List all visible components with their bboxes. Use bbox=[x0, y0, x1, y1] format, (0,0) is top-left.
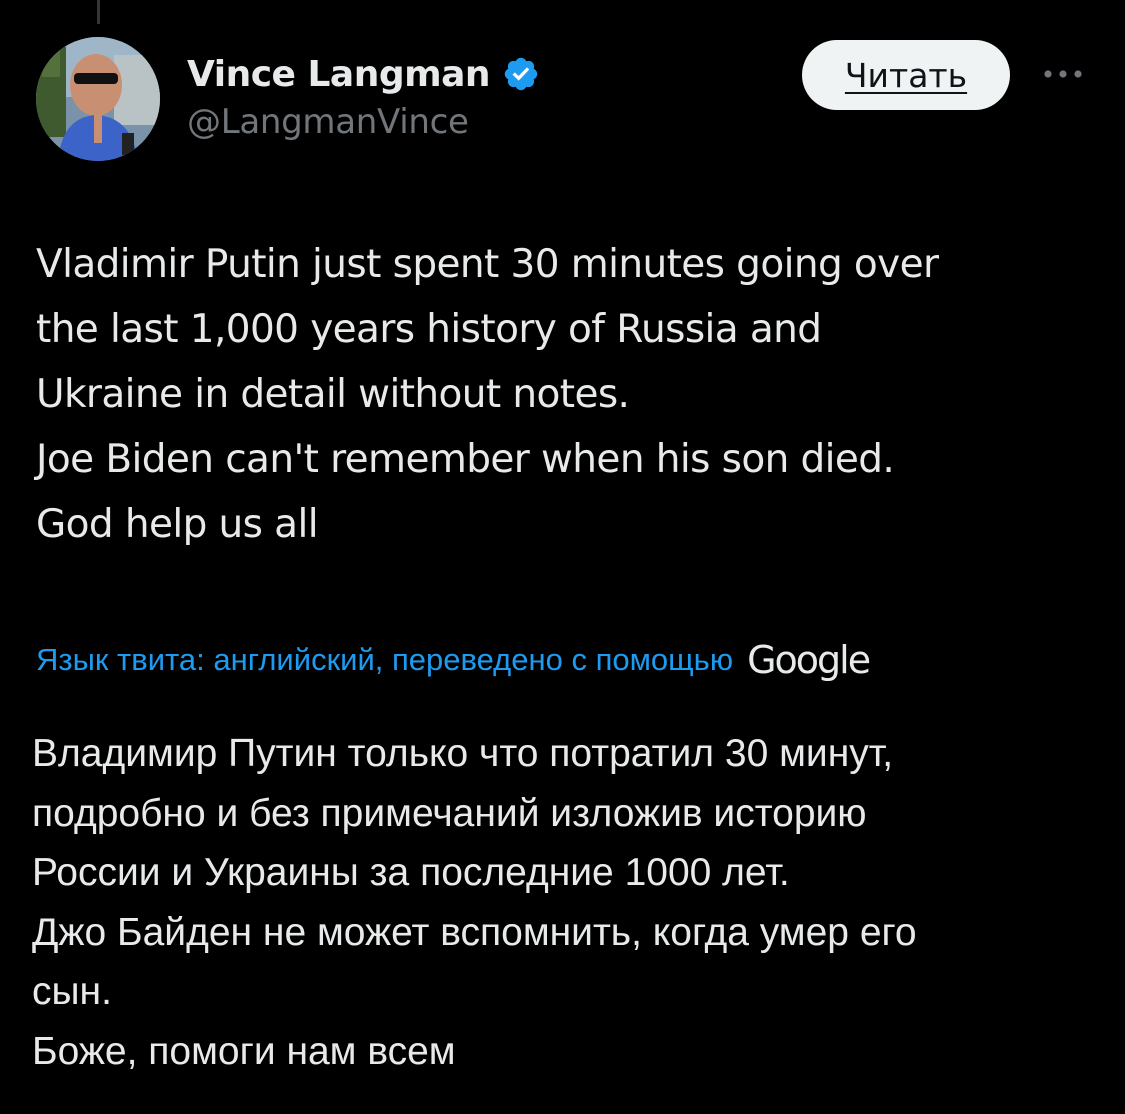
tweet-text-line: God help us all bbox=[36, 502, 319, 547]
tweet-text-line: the last 1,000 years history of Russia a… bbox=[36, 307, 822, 352]
google-logo: Google bbox=[747, 638, 871, 682]
translated-text-line: России и Украины за последние 1000 лет. bbox=[32, 851, 790, 894]
translated-text-line: Джо Байден не может вспомнить, когда уме… bbox=[32, 910, 917, 954]
translated-text-line: Владимир Путин только что потратил 30 ми… bbox=[32, 732, 894, 775]
tweet-text-line: Joe Biden can't remember when his son di… bbox=[36, 437, 895, 482]
follow-button[interactable]: Читать bbox=[802, 40, 1010, 110]
avatar[interactable] bbox=[36, 37, 160, 161]
translated-text-line: Боже, помоги нам всем bbox=[32, 1029, 456, 1073]
avatar-photo bbox=[36, 37, 160, 161]
translated-text-line: сын. bbox=[32, 970, 112, 1013]
translation-label[interactable]: Язык твита: английский, переведено с пом… bbox=[36, 642, 733, 678]
author-handle[interactable]: @LangmanVince bbox=[187, 102, 469, 142]
tweet-text-line: Vladimir Putin just spent 30 minutes goi… bbox=[36, 242, 939, 287]
tweet-text: Vladimir Putin just spent 30 minutes goi… bbox=[36, 232, 1096, 557]
verified-badge-icon[interactable] bbox=[502, 55, 540, 93]
translated-text-line: подробно и без примечаний изложив истори… bbox=[32, 791, 867, 835]
tweet-text-line: Ukraine in detail without notes. bbox=[36, 372, 630, 417]
translation-note[interactable]: Язык твита: английский, переведено с пом… bbox=[36, 636, 871, 684]
author-name-row: Vince Langman bbox=[187, 52, 540, 96]
thread-connector-line bbox=[97, 0, 100, 24]
translated-text: Владимир Путин только что потратил 30 ми… bbox=[32, 724, 1092, 1081]
more-horizontal-icon[interactable] bbox=[1040, 66, 1086, 82]
author-name[interactable]: Vince Langman bbox=[187, 54, 491, 95]
